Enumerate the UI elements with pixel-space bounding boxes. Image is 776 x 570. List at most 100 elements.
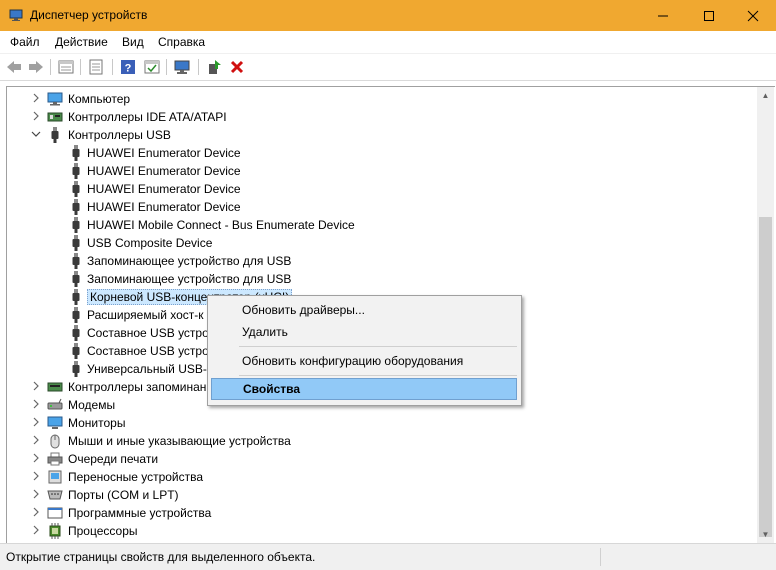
properties-list-icon[interactable] — [56, 57, 76, 77]
forward-arrow-icon[interactable] — [26, 57, 46, 77]
tree-device-row[interactable]: HUAWEI Enumerator Device — [7, 198, 759, 216]
menu-separator — [239, 346, 517, 347]
usb-icon — [68, 199, 84, 215]
tree-device-row[interactable]: USB Composite Device — [7, 234, 759, 252]
menu-item-update-drivers[interactable]: Обновить драйверы... — [211, 299, 517, 321]
expand-chevron-icon[interactable] — [31, 416, 41, 428]
resources-icon[interactable] — [142, 57, 162, 77]
tree-item-label: Составное USB устрой — [87, 326, 216, 340]
vertical-scrollbar[interactable]: ▲ ▼ — [757, 86, 774, 543]
software-device-icon — [47, 505, 63, 521]
tree-category-row[interactable]: Мыши и иные указывающие устройства — [7, 432, 759, 450]
mouse-icon — [47, 433, 63, 449]
close-button[interactable] — [730, 0, 776, 31]
tree-category-row[interactable]: Мониторы — [7, 414, 759, 432]
context-menu: Обновить драйверы... Удалить Обновить ко… — [207, 295, 522, 406]
toolbar-separator — [166, 59, 167, 75]
menu-help[interactable]: Справка — [158, 35, 205, 49]
menu-item-properties[interactable]: Свойства — [211, 378, 517, 400]
menu-item-label: Обновить драйверы... — [242, 303, 365, 317]
tree-item-label: Порты (COM и LPT) — [68, 488, 179, 502]
tree-item-label: Модемы — [68, 398, 116, 412]
tree-device-row[interactable]: HUAWEI Mobile Connect - Bus Enumerate De… — [7, 216, 759, 234]
usb-icon — [68, 253, 84, 269]
device-manager-icon — [9, 8, 23, 22]
menu-item-label: Обновить конфигурацию оборудования — [242, 354, 464, 368]
modem-icon — [47, 397, 63, 413]
expand-chevron-icon[interactable] — [31, 110, 41, 122]
tree-category-row[interactable]: Очереди печати — [7, 450, 759, 468]
expand-chevron-icon[interactable] — [31, 452, 41, 464]
usb-icon — [47, 127, 63, 143]
help-icon[interactable]: ? — [118, 57, 138, 77]
tree-item-label: HUAWEI Enumerator Device — [87, 200, 241, 214]
expand-chevron-icon[interactable] — [31, 506, 41, 518]
usb-icon — [68, 343, 84, 359]
menu-item-label: Удалить — [242, 325, 288, 339]
expand-chevron-icon[interactable] — [31, 524, 41, 536]
usb-icon — [68, 307, 84, 323]
tree-item-label: Контроллеры IDE ATA/ATAPI — [68, 110, 227, 124]
menu-action[interactable]: Действие — [55, 35, 108, 49]
tree-item-label: Универсальный USB-к — [87, 362, 213, 376]
usb-icon — [68, 181, 84, 197]
status-divider — [600, 548, 601, 566]
collapse-chevron-icon[interactable] — [31, 128, 41, 140]
tree-item-label: Мониторы — [68, 416, 126, 430]
update-driver-icon[interactable] — [204, 57, 224, 77]
menu-item-scan-hardware[interactable]: Обновить конфигурацию оборудования — [211, 350, 517, 372]
scroll-up-icon[interactable]: ▲ — [757, 87, 774, 104]
tree-device-row[interactable]: Запоминающее устройство для USB — [7, 252, 759, 270]
portable-device-icon — [47, 469, 63, 485]
tree-category-row[interactable]: Программные устройства — [7, 504, 759, 522]
tree-item-label: Переносные устройства — [68, 470, 204, 484]
computer-icon — [47, 91, 63, 107]
toolbar-separator — [112, 59, 113, 75]
tree-category-row[interactable]: Процессоры — [7, 522, 759, 540]
monitor-icon — [47, 415, 63, 431]
tree-device-row[interactable]: HUAWEI Enumerator Device — [7, 162, 759, 180]
monitor-scan-icon[interactable] — [172, 57, 192, 77]
storage-controller-icon — [47, 379, 63, 395]
tree-category-row[interactable]: Переносные устройства — [7, 468, 759, 486]
tree-item-label: Контроллеры запоминан — [68, 380, 207, 394]
usb-icon — [68, 217, 84, 233]
maximize-icon — [704, 10, 714, 21]
tree-item-label: HUAWEI Enumerator Device — [87, 146, 241, 160]
maximize-button[interactable] — [686, 0, 732, 31]
menu-item-remove[interactable]: Удалить — [211, 321, 517, 343]
scroll-thumb[interactable] — [759, 217, 772, 537]
menu-view[interactable]: Вид — [122, 35, 144, 49]
tree-item-label: Очереди печати — [68, 452, 159, 466]
expand-chevron-icon[interactable] — [31, 488, 41, 500]
svg-text:?: ? — [125, 63, 132, 75]
back-arrow-icon[interactable] — [4, 57, 24, 77]
toolbar-separator — [50, 59, 51, 75]
minimize-button[interactable] — [640, 0, 686, 31]
ide-controller-icon — [47, 109, 63, 125]
tree-device-row[interactable]: HUAWEI Enumerator Device — [7, 144, 759, 162]
expand-chevron-icon[interactable] — [31, 470, 41, 482]
tree-item-label: Запоминающее устройство для USB — [87, 254, 292, 268]
delete-icon[interactable] — [227, 57, 247, 77]
expand-chevron-icon[interactable] — [31, 380, 41, 392]
tree-device-row[interactable]: Запоминающее устройство для USB — [7, 270, 759, 288]
expand-chevron-icon[interactable] — [31, 398, 41, 410]
scroll-down-icon[interactable]: ▼ — [757, 526, 774, 543]
tree-category-row[interactable]: Контроллеры IDE ATA/ATAPI — [7, 108, 759, 126]
usb-icon — [68, 289, 84, 305]
tree-item-label: Мыши и иные указывающие устройства — [68, 434, 291, 448]
expand-chevron-icon[interactable] — [31, 92, 41, 104]
tree-category-row[interactable]: Контроллеры USB — [7, 126, 759, 144]
port-icon — [47, 487, 63, 503]
tree-device-row[interactable]: HUAWEI Enumerator Device — [7, 180, 759, 198]
menu-file[interactable]: Файл — [10, 35, 40, 49]
expand-chevron-icon[interactable] — [31, 434, 41, 446]
tree-item-label: HUAWEI Mobile Connect - Bus Enumerate De… — [87, 218, 355, 232]
menu-separator — [239, 375, 517, 376]
tree-category-row[interactable]: Порты (COM и LPT) — [7, 486, 759, 504]
tree-item-label: Расширяемый хост-к — [87, 308, 204, 322]
view-icon[interactable] — [86, 57, 106, 77]
tree-category-row[interactable]: Компьютер — [7, 90, 759, 108]
tree-item-label: Составное USB устрой — [87, 344, 216, 358]
